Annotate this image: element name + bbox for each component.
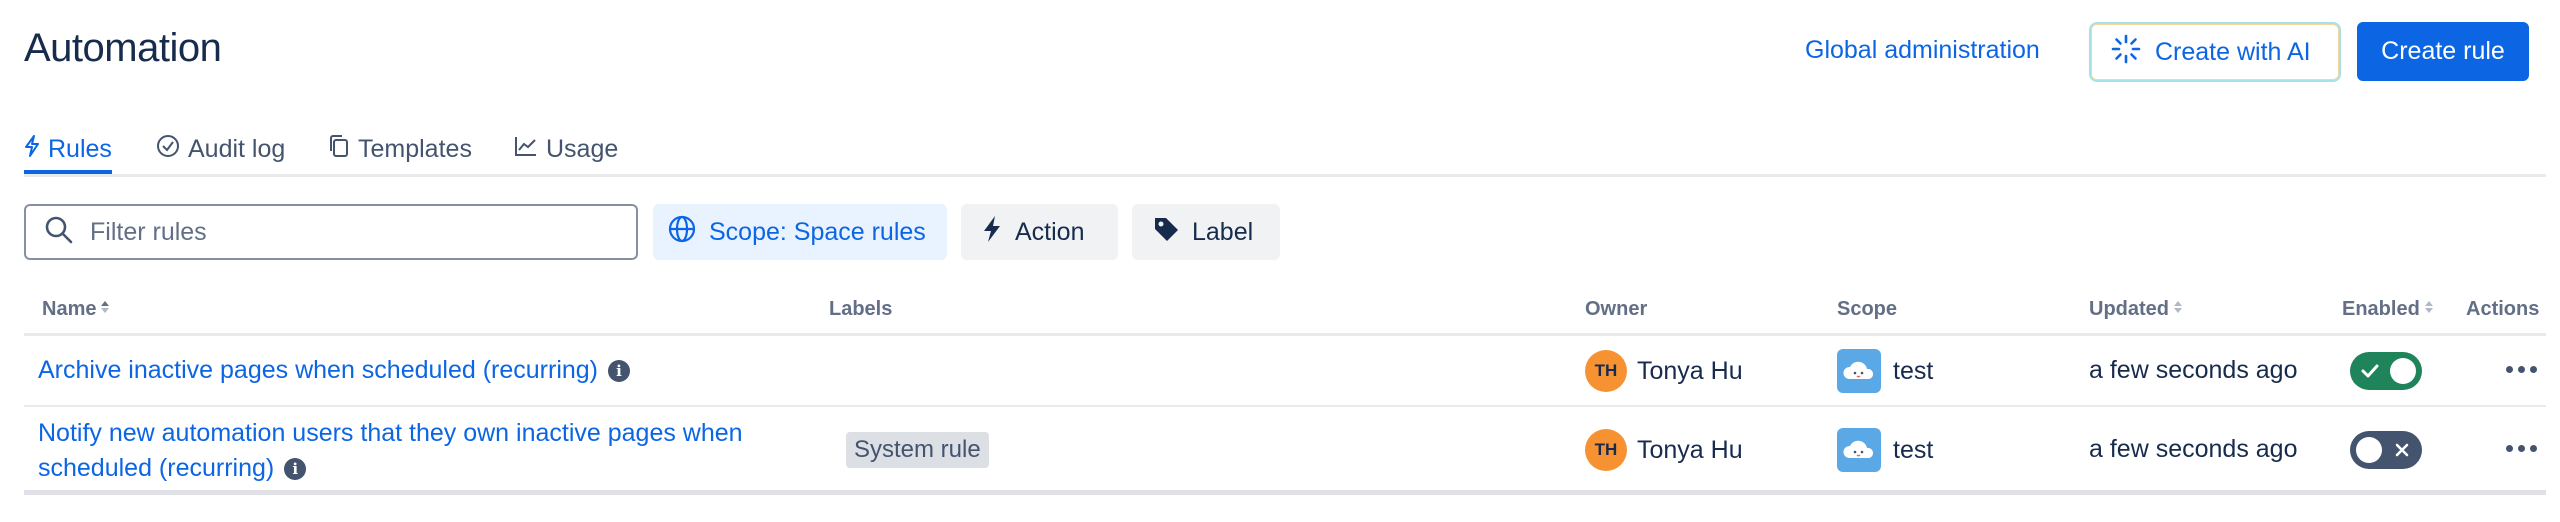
page-title: Automation	[24, 26, 222, 70]
space-cloud-icon	[1837, 428, 1881, 472]
table-header-divider	[24, 333, 2546, 336]
scope-name[interactable]: test	[1893, 357, 1933, 386]
close-icon	[2394, 442, 2410, 463]
tab-rules[interactable]: Rules	[24, 128, 112, 174]
column-header-name[interactable]: Name	[42, 298, 110, 321]
sort-icon	[2424, 298, 2434, 321]
global-administration-link[interactable]: Global administration	[1805, 36, 2040, 65]
sparkle-icon	[2111, 34, 2141, 71]
more-actions-button[interactable]	[2506, 366, 2537, 373]
rule-name-link[interactable]: Archive inactive pages when scheduled (r…	[38, 353, 631, 388]
label-filter-button[interactable]: Label	[1132, 204, 1280, 260]
globe-icon	[667, 214, 697, 251]
column-header-enabled[interactable]: Enabled	[2342, 298, 2434, 321]
column-header-updated[interactable]: Updated	[2089, 298, 2183, 321]
updated-time: a few seconds ago	[2089, 435, 2298, 463]
info-icon[interactable]: i	[284, 458, 307, 481]
rule-name-link[interactable]: Notify new automation users that they ow…	[38, 416, 743, 486]
scope-cell: test	[1837, 428, 1933, 472]
owner-cell: TH Tonya Hu	[1585, 429, 1743, 471]
enabled-toggle[interactable]	[2350, 352, 2422, 390]
scope-name[interactable]: test	[1893, 436, 1933, 465]
tab-usage[interactable]: Usage	[514, 128, 618, 171]
more-icon	[2506, 445, 2513, 452]
create-rule-button[interactable]: Create rule	[2357, 22, 2529, 81]
tab-label: Audit log	[188, 135, 286, 163]
create-with-ai-label: Create with AI	[2155, 37, 2311, 66]
more-actions-button[interactable]	[2506, 445, 2537, 452]
info-icon[interactable]: i	[608, 360, 631, 383]
tab-label: Rules	[48, 134, 112, 163]
label-filter-label: Label	[1192, 217, 1254, 246]
action-filter-button[interactable]: Action	[961, 204, 1118, 260]
filter-rules-input[interactable]	[88, 216, 612, 248]
toggle-knob	[2356, 437, 2382, 463]
table-bottom-border	[24, 490, 2546, 495]
row-divider	[24, 405, 2546, 407]
tab-label: Templates	[358, 135, 472, 163]
scope-cell: test	[1837, 349, 1933, 393]
column-header-labels: Labels	[829, 298, 893, 320]
system-rule-label: System rule	[846, 432, 989, 468]
column-header-owner: Owner	[1585, 298, 1648, 320]
tab-templates[interactable]: Templates	[328, 128, 472, 171]
action-filter-label: Action	[1015, 217, 1085, 246]
scope-filter-button[interactable]: Scope: Space rules	[653, 204, 947, 260]
check-icon	[2360, 361, 2380, 386]
tab-label: Usage	[546, 135, 619, 163]
enabled-toggle[interactable]	[2350, 431, 2422, 469]
more-icon	[2506, 366, 2513, 373]
space-cloud-icon	[1837, 349, 1881, 393]
chart-line-icon	[514, 135, 538, 164]
create-with-ai-button[interactable]: Create with AI	[2089, 22, 2341, 82]
scope-filter-label: Scope: Space rules	[709, 217, 926, 246]
toggle-knob	[2390, 358, 2416, 384]
search-icon	[44, 215, 74, 250]
tag-icon	[1152, 215, 1180, 250]
lightning-icon	[24, 134, 40, 164]
copy-icon	[328, 134, 350, 165]
column-header-actions: Actions	[2466, 298, 2540, 320]
owner-cell: TH Tonya Hu	[1585, 350, 1743, 392]
check-circle-icon	[156, 134, 180, 165]
filter-rules-field[interactable]	[24, 204, 638, 260]
avatar: TH	[1585, 429, 1627, 471]
sort-icon	[100, 298, 110, 321]
owner-name: Tonya Hu	[1637, 356, 1743, 385]
owner-name: Tonya Hu	[1637, 435, 1743, 464]
avatar: TH	[1585, 350, 1627, 392]
column-header-scope: Scope	[1837, 298, 1898, 320]
updated-time: a few seconds ago	[2089, 356, 2298, 384]
tab-audit-log[interactable]: Audit log	[156, 128, 285, 171]
sort-icon	[2173, 298, 2183, 321]
tab-bar: Rules Audit log Templates Usage	[24, 128, 2546, 177]
lightning-icon	[981, 214, 1003, 251]
